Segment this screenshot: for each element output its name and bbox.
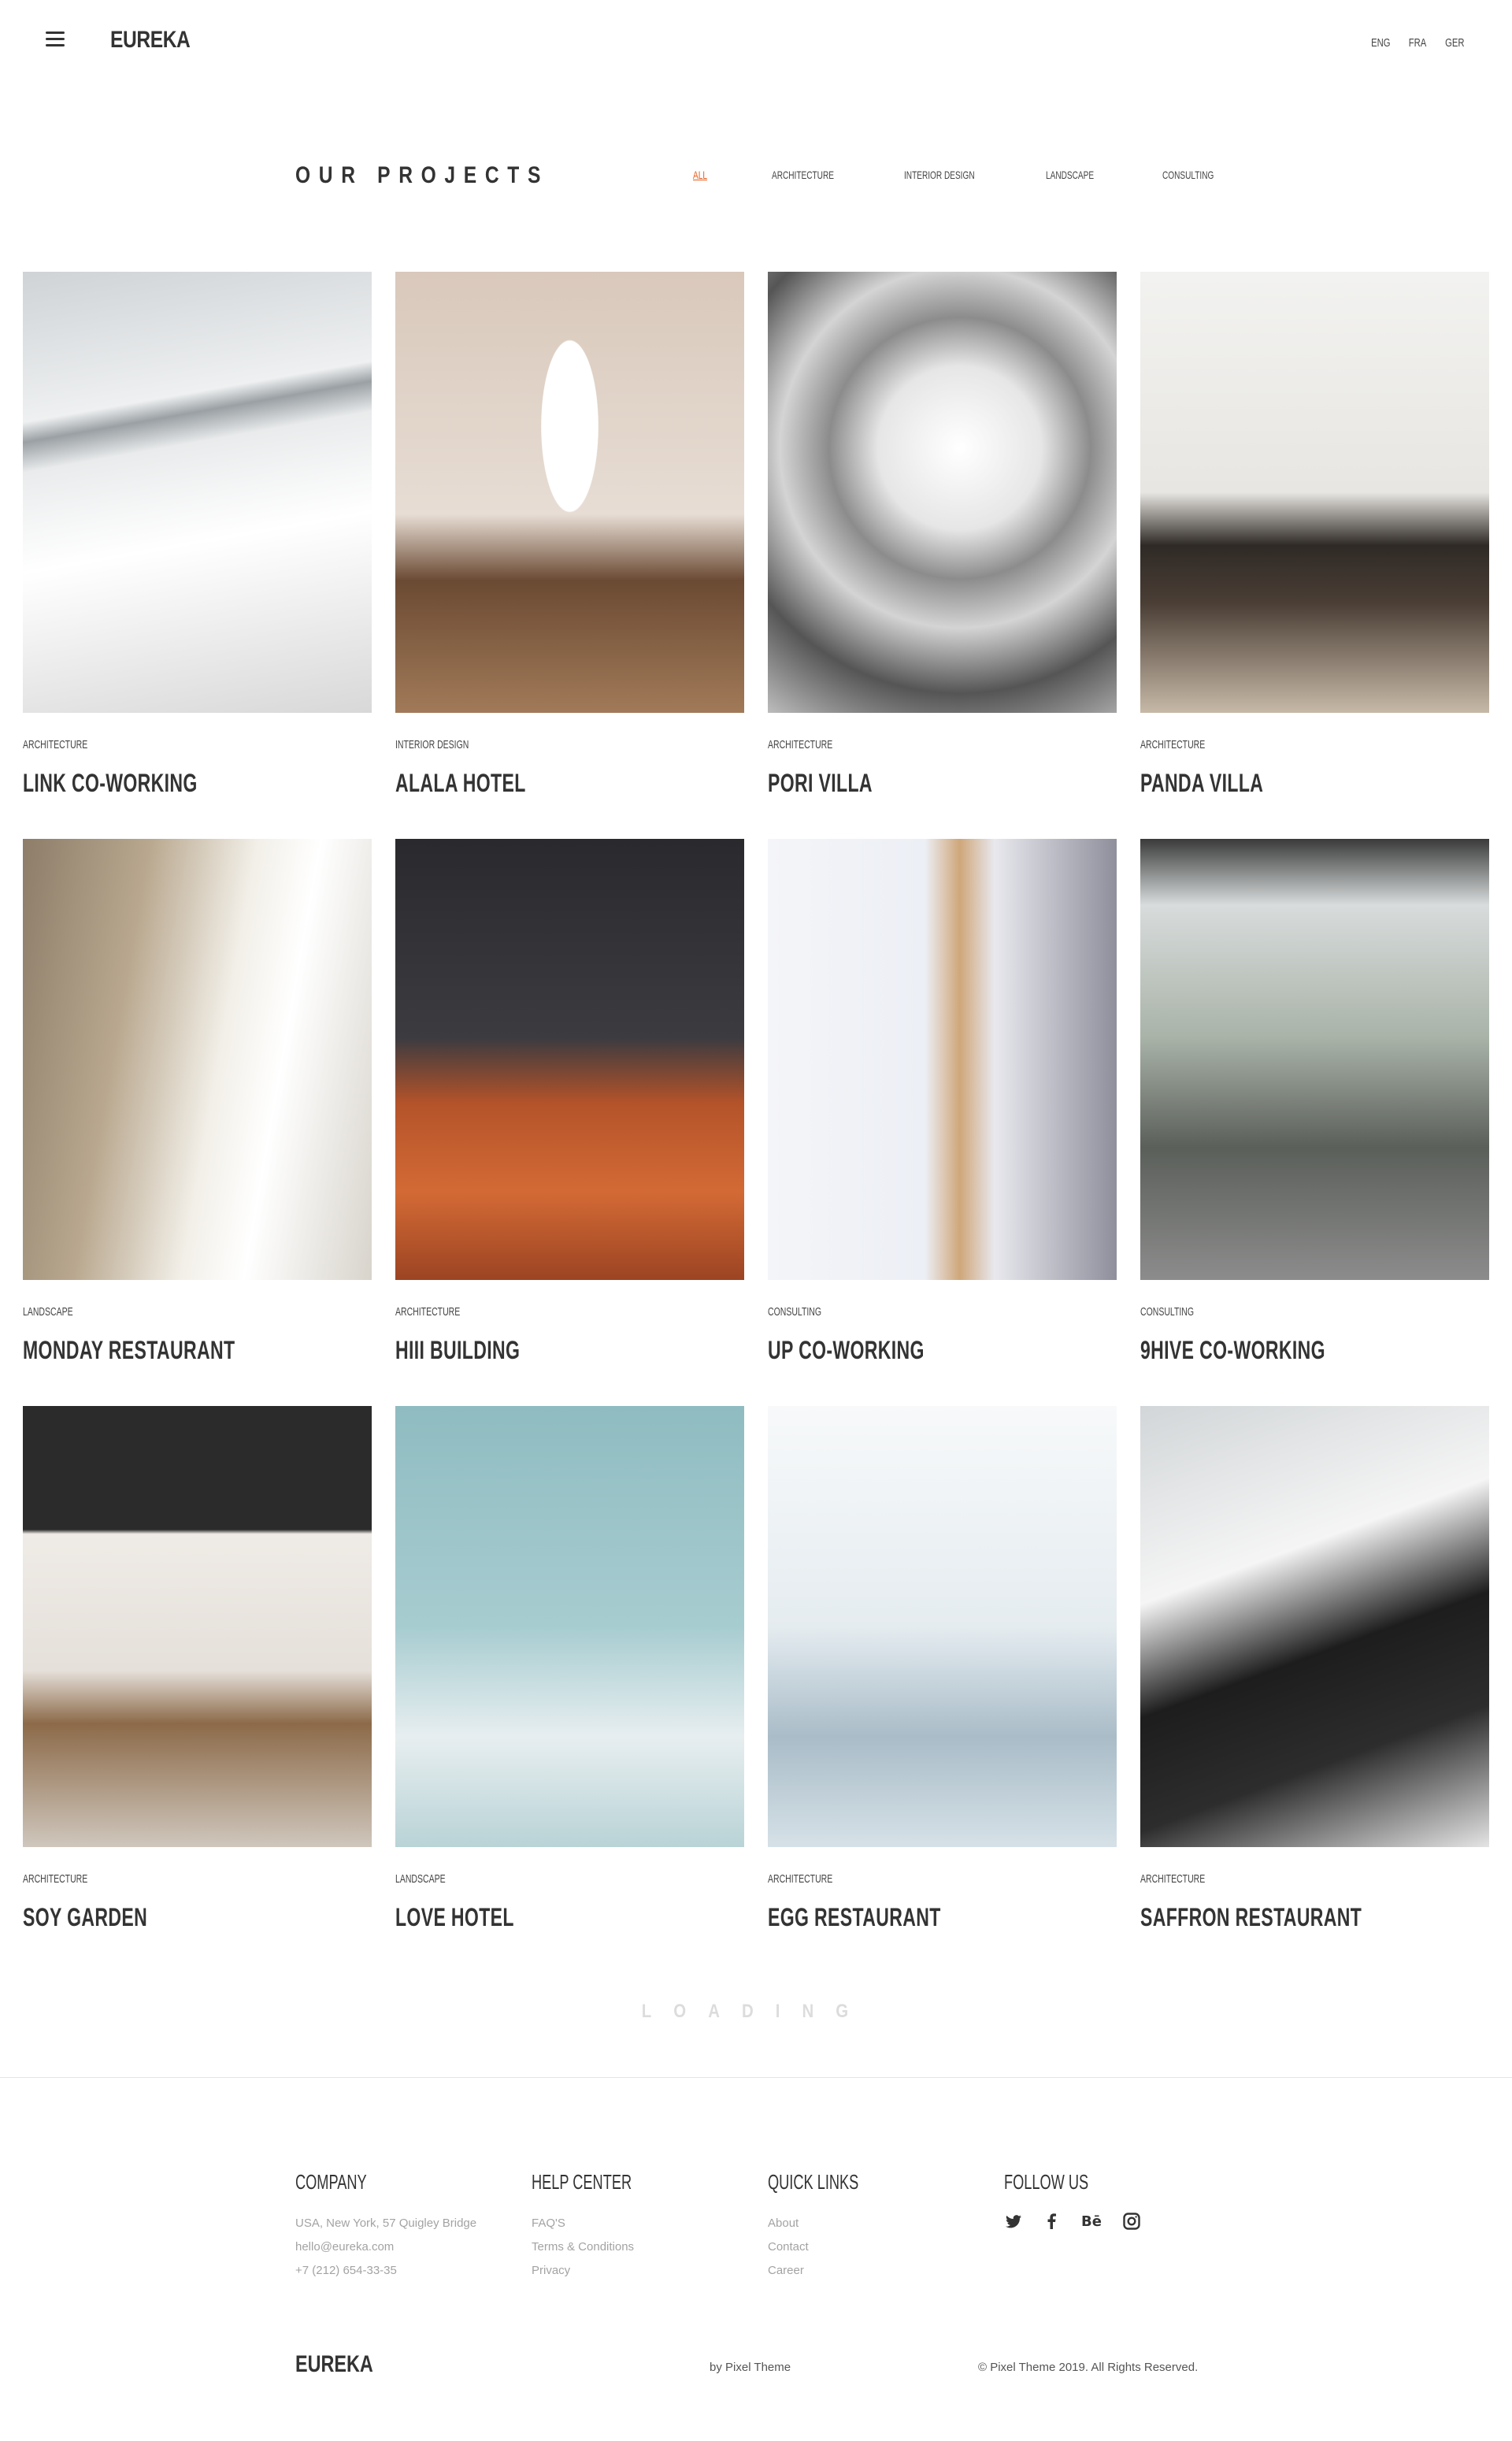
footer-quick-links: QUICK LINKS About Contact Career	[768, 2170, 1004, 2283]
project-category: ARCHITECTURE	[1140, 738, 1206, 751]
project-card[interactable]: ARCHITECTURE PORI VILLA	[768, 272, 1117, 839]
loading-indicator: LOADING	[641, 2001, 871, 2022]
project-name[interactable]: SOY GARDEN	[23, 1903, 274, 1932]
lang-eng[interactable]: ENG	[1371, 36, 1390, 50]
footer-divider	[0, 2077, 1512, 2078]
footer-heading: QUICK LINKS	[768, 2170, 859, 2194]
project-card[interactable]: INTERIOR DESIGN ALALA HOTEL	[395, 272, 744, 839]
filter-all[interactable]: ALL	[693, 169, 750, 181]
project-card[interactable]: LANDSCAPE MONDAY RESTAURANT	[23, 839, 372, 1406]
site-logo[interactable]: EUREKA	[110, 27, 191, 54]
twitter-icon[interactable]	[1004, 2212, 1023, 2231]
footer-company: COMPANY USA, New York, 57 Quigley Bridge…	[295, 2170, 532, 2283]
lang-fra[interactable]: FRA	[1409, 36, 1427, 50]
footer-link-contact[interactable]: Contact	[768, 2235, 1004, 2259]
project-category: CONSULTING	[1140, 1305, 1195, 1319]
project-image[interactable]	[768, 1406, 1117, 1847]
footer-bottom: EUREKA by Pixel Theme © Pixel Theme 2019…	[295, 2351, 1217, 2383]
project-image[interactable]	[23, 839, 372, 1280]
footer-copyright: © Pixel Theme 2019. All Rights Reserved.	[978, 2361, 1199, 2374]
projects-grid: ARCHITECTURE LINK CO-WORKING INTERIOR DESI…	[23, 272, 1489, 1973]
footer-byline: by Pixel Theme	[710, 2361, 791, 2374]
project-name[interactable]: 9HIVE CO-WORKING	[1140, 1336, 1392, 1365]
menu-icon[interactable]	[46, 32, 65, 47]
project-name[interactable]: ALALA HOTEL	[395, 769, 647, 798]
footer-logo[interactable]: EUREKA	[295, 2351, 373, 2378]
project-image[interactable]	[395, 839, 744, 1280]
footer-link-privacy[interactable]: Privacy	[532, 2259, 768, 2283]
project-category: ARCHITECTURE	[395, 1305, 461, 1319]
project-category: LANDSCAPE	[395, 1872, 446, 1886]
project-card[interactable]: ARCHITECTURE EGG RESTAURANT	[768, 1406, 1117, 1973]
project-category: ARCHITECTURE	[23, 738, 88, 751]
project-image[interactable]	[395, 272, 744, 713]
footer-link-career[interactable]: Career	[768, 2259, 1004, 2283]
project-category: ARCHITECTURE	[768, 1872, 833, 1886]
site-header: EUREKA ENG FRA GER	[0, 0, 1512, 79]
project-category: ARCHITECTURE	[1140, 1872, 1206, 1886]
footer-address: USA, New York, 57 Quigley Bridge	[295, 2217, 477, 2230]
project-image[interactable]	[768, 839, 1117, 1280]
project-image[interactable]	[23, 272, 372, 713]
project-image[interactable]	[395, 1406, 744, 1847]
project-image[interactable]	[1140, 839, 1489, 1280]
project-name[interactable]: EGG RESTAURANT	[768, 1903, 1019, 1932]
footer-help-center: HELP CENTER FAQ'S Terms & Conditions Pri…	[532, 2170, 768, 2283]
footer-heading: HELP CENTER	[532, 2170, 632, 2194]
project-card[interactable]: LANDSCAPE LOVE HOTEL	[395, 1406, 744, 1973]
project-filters: ALL ARCHITECTURE INTERIOR DESIGN LANDSCA…	[693, 169, 1234, 181]
behance-icon[interactable]: Bē	[1080, 2212, 1103, 2231]
project-image[interactable]	[1140, 272, 1489, 713]
footer-heading: FOLLOW US	[1004, 2170, 1089, 2194]
project-category: ARCHITECTURE	[23, 1872, 88, 1886]
filter-interior-design[interactable]: INTERIOR DESIGN	[904, 169, 1006, 181]
footer-phone[interactable]: +7 (212) 654-33-35	[295, 2259, 532, 2283]
page-title: OUR PROJECTS	[295, 162, 550, 188]
project-image[interactable]	[23, 1406, 372, 1847]
footer-heading: COMPANY	[295, 2170, 367, 2194]
project-name[interactable]: LOVE HOTEL	[395, 1903, 647, 1932]
filter-landscape[interactable]: LANDSCAPE	[1046, 169, 1130, 181]
footer-link-terms[interactable]: Terms & Conditions	[532, 2235, 768, 2259]
project-name[interactable]: PANDA VILLA	[1140, 769, 1392, 798]
project-name[interactable]: MONDAY RESTAURANT	[23, 1336, 274, 1365]
project-name[interactable]: LINK CO-WORKING	[23, 769, 274, 798]
project-card[interactable]: CONSULTING UP CO-WORKING	[768, 839, 1117, 1406]
project-category: CONSULTING	[768, 1305, 822, 1319]
project-category: ARCHITECTURE	[768, 738, 833, 751]
project-name[interactable]: UP CO-WORKING	[768, 1336, 1019, 1365]
instagram-icon[interactable]	[1122, 2212, 1141, 2231]
filter-architecture[interactable]: ARCHITECTURE	[772, 169, 867, 181]
footer-link-about[interactable]: About	[768, 2212, 1004, 2235]
project-name[interactable]: PORI VILLA	[768, 769, 1019, 798]
lang-ger[interactable]: GER	[1446, 36, 1465, 50]
social-links: Bē	[1004, 2212, 1240, 2231]
project-card[interactable]: ARCHITECTURE PANDA VILLA	[1140, 272, 1489, 839]
project-name[interactable]: HIII BUILDING	[395, 1336, 647, 1365]
footer-follow-us: FOLLOW US Bē	[1004, 2170, 1240, 2283]
language-switcher: ENG FRA GER	[1368, 36, 1468, 50]
facebook-icon[interactable]	[1042, 2212, 1061, 2231]
project-card[interactable]: ARCHITECTURE SOY GARDEN	[23, 1406, 372, 1973]
project-card[interactable]: ARCHITECTURE SAFFRON RESTAURANT	[1140, 1406, 1489, 1973]
footer-link-faq[interactable]: FAQ'S	[532, 2212, 768, 2235]
project-name[interactable]: SAFFRON RESTAURANT	[1140, 1903, 1392, 1932]
project-card[interactable]: ARCHITECTURE LINK CO-WORKING	[23, 272, 372, 839]
project-image[interactable]	[1140, 1406, 1489, 1847]
project-category: LANDSCAPE	[23, 1305, 73, 1319]
project-card[interactable]: ARCHITECTURE HIII BUILDING	[395, 839, 744, 1406]
footer-email[interactable]: hello@eureka.com	[295, 2235, 532, 2259]
project-card[interactable]: CONSULTING 9HIVE CO-WORKING	[1140, 839, 1489, 1406]
project-image[interactable]	[768, 272, 1117, 713]
project-category: INTERIOR DESIGN	[395, 738, 469, 751]
projects-header: OUR PROJECTS ALL ARCHITECTURE INTERIOR D…	[295, 158, 1217, 197]
filter-consulting[interactable]: CONSULTING	[1162, 169, 1214, 181]
